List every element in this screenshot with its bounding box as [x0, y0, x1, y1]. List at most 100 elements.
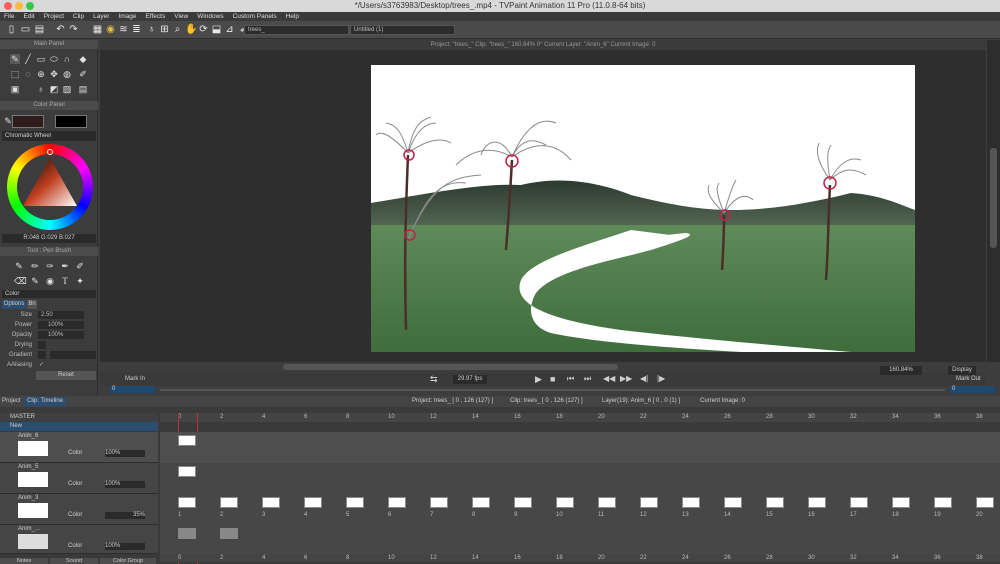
loop-icon[interactable]: ⇆ [430, 374, 438, 385]
frame-cell[interactable] [304, 497, 322, 508]
play-icon[interactable]: ▶ [535, 374, 542, 385]
stack-icon[interactable]: ≣ [131, 24, 142, 35]
menu-help[interactable]: Help [286, 12, 299, 21]
frame-cell[interactable] [178, 466, 196, 477]
marker-icon[interactable]: ✒ [60, 261, 70, 271]
ellipse-tool-icon[interactable]: ⬭ [49, 54, 59, 64]
first-frame-icon[interactable]: ⏮ [567, 374, 574, 384]
frame-cell[interactable] [850, 497, 868, 508]
select-rect-icon[interactable]: ⬚ [10, 69, 20, 79]
frame-cell[interactable] [766, 497, 784, 508]
menu-layer[interactable]: Layer [93, 12, 109, 21]
menu-edit[interactable]: Edit [23, 12, 34, 21]
aaliasing-checkbox[interactable]: ✓ [39, 361, 44, 370]
drawing-canvas[interactable] [371, 65, 915, 352]
frame-cell[interactable] [598, 497, 616, 508]
track-anim-other[interactable] [160, 525, 1000, 554]
layer-select[interactable]: Untitled (1) [350, 25, 455, 35]
color-wheel-icon[interactable]: ◉ [105, 24, 116, 35]
bucket-icon[interactable]: ♁ [36, 84, 46, 94]
move-tool-icon[interactable]: ✥ [49, 69, 59, 79]
undo-icon[interactable]: ↶ [55, 24, 66, 35]
gradient-editor[interactable] [50, 351, 96, 359]
layer-opacity[interactable]: 100% [105, 481, 145, 488]
secondary-color-swatch[interactable] [55, 115, 87, 128]
menu-project[interactable]: Project [44, 12, 64, 21]
frame-cell[interactable] [178, 497, 196, 508]
vertical-scroll-thumb[interactable] [990, 148, 997, 248]
lightbulb-icon[interactable]: ♁ [146, 24, 157, 35]
zoom-tool-icon[interactable]: ⊕ [36, 69, 46, 79]
color-triangle[interactable] [7, 144, 93, 230]
frame-cell[interactable] [640, 497, 658, 508]
pen-tool-icon[interactable]: ✎ [10, 54, 20, 64]
frame-cell[interactable] [556, 497, 574, 508]
opacity-field[interactable]: 100% [38, 331, 84, 339]
frame-cell[interactable] [262, 497, 280, 508]
mark-out-field[interactable]: 0 [950, 386, 995, 393]
rotate-icon[interactable]: ⟳ [198, 24, 209, 35]
grid-icon[interactable]: ⊞ [159, 24, 170, 35]
tab-options[interactable]: Options [2, 300, 26, 309]
size-field[interactable]: 2.50 [38, 311, 84, 319]
frame-cell[interactable] [346, 497, 364, 508]
horizontal-scroll-thumb[interactable] [283, 364, 618, 370]
frame-cell[interactable] [388, 497, 406, 508]
next-frame-icon[interactable]: ▶▶ [620, 374, 632, 383]
panels-icon[interactable]: ▦ [92, 24, 103, 35]
display-select[interactable]: Display [948, 366, 976, 375]
brush-preset-select[interactable]: trees_ [244, 25, 349, 35]
close-window-button[interactable] [4, 2, 12, 10]
gradient-icon[interactable]: ◩ [49, 84, 59, 94]
frame-cell[interactable] [472, 497, 490, 508]
frame-cell[interactable] [514, 497, 532, 508]
layer-opacity[interactable]: 100% [105, 543, 145, 550]
knife-icon[interactable]: ✐ [75, 261, 85, 271]
frame-cell[interactable] [976, 497, 994, 508]
primary-color-swatch[interactable] [12, 115, 44, 128]
tab-color-group[interactable]: Color Group [100, 558, 156, 564]
layer-opacity[interactable]: 35% [105, 512, 145, 519]
track-anim-5[interactable] [160, 463, 1000, 494]
frame-cell[interactable] [934, 497, 952, 508]
curve-tool-icon[interactable]: ∩ [62, 54, 72, 64]
mark-in-label[interactable]: Mark In [125, 376, 145, 382]
chart-icon[interactable]: ⬓ [211, 24, 222, 35]
stamp-icon[interactable]: ✦ [75, 276, 85, 286]
search-icon[interactable]: ⌕ [172, 24, 183, 35]
transform-icon[interactable]: ▨ [62, 84, 72, 94]
menu-custom-panels[interactable]: Custom Panels [233, 12, 277, 21]
frame-cell[interactable] [892, 497, 910, 508]
menu-clip[interactable]: Clip [73, 12, 84, 21]
right-scrollbar[interactable] [987, 40, 1000, 362]
zoom-window-button[interactable] [26, 2, 34, 10]
drying-checkbox[interactable] [38, 341, 46, 349]
prev-key-icon[interactable]: ◀| [640, 374, 648, 383]
open-file-icon[interactable]: ▭ [20, 24, 31, 35]
lasso-icon[interactable]: ◌ [23, 69, 33, 79]
zoom-field[interactable]: 160.84% [880, 366, 922, 375]
next-key-icon[interactable]: |▶ [657, 374, 665, 383]
frame-cell[interactable] [724, 497, 742, 508]
reset-button[interactable]: Reset [36, 371, 96, 380]
menu-image[interactable]: Image [118, 12, 136, 21]
prev-frame-icon[interactable]: ◀◀ [603, 374, 615, 383]
layer-anim-3[interactable]: Anim_3 Color 35% [0, 494, 158, 525]
hand-icon[interactable]: ✋ [185, 24, 197, 35]
track-anim-6[interactable] [160, 432, 1000, 463]
airbrush-icon[interactable]: ✑ [45, 261, 55, 271]
track-anim-3[interactable]: 1 2 3 4 5 6 7 8 9 10 11 12 13 14 15 16 17 18 19 20 [160, 494, 1000, 525]
last-frame-icon[interactable]: ⏭ [584, 374, 591, 384]
camera-icon[interactable]: ▤ [78, 84, 88, 94]
menu-windows[interactable]: Windows [197, 12, 223, 21]
tab-bn[interactable]: Bn [27, 300, 37, 309]
frame-cell[interactable] [220, 497, 238, 508]
line-tool-icon[interactable]: ╱ [23, 54, 33, 64]
mark-in-field[interactable]: 0 [110, 386, 155, 393]
stop-icon[interactable]: ■ [550, 374, 555, 384]
color-mode-select[interactable]: Chromatic Wheel [2, 131, 96, 141]
gradient-checkbox[interactable] [38, 351, 46, 359]
menu-effects[interactable]: Effects [145, 12, 165, 21]
smudge-icon[interactable]: ✎ [30, 276, 40, 286]
warp-tool-icon[interactable]: ◍ [62, 69, 72, 79]
